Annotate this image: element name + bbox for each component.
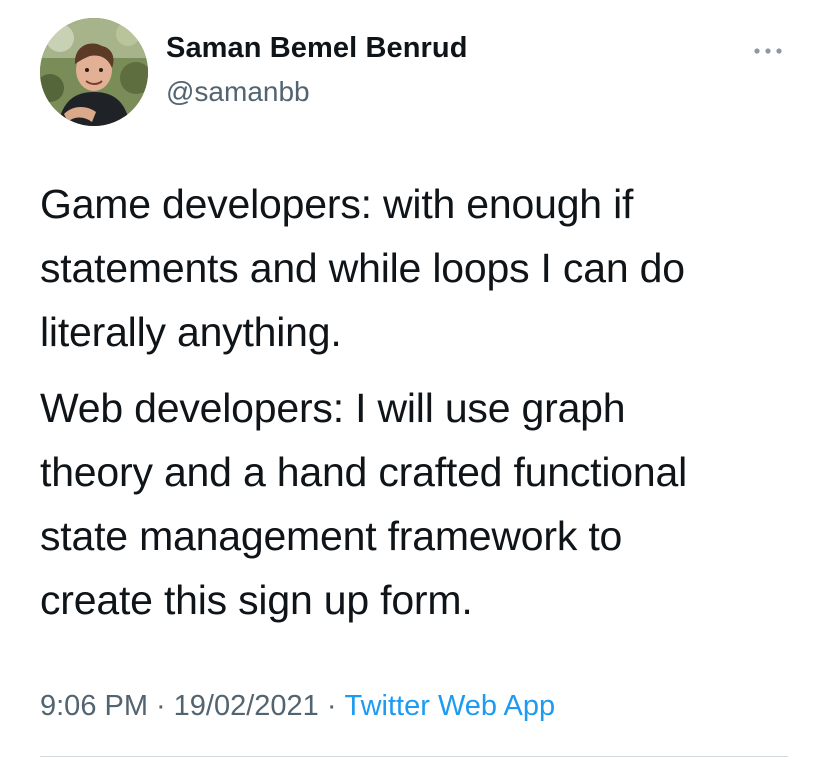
tweet-source-link[interactable]: Twitter Web App [345,690,556,722]
profile-photo-icon [40,18,148,126]
more-options-button[interactable] [746,36,790,66]
tweet-paragraph: Web developers: I will use graph theory … [40,385,687,623]
author-name[interactable]: Saman Bemel Benrud [166,32,468,65]
tweet-date[interactable]: 19/02/2021 [174,690,319,722]
author-handle[interactable]: @samanbb [166,76,310,108]
tweet-paragraph: Game developers: with enough if statemen… [40,181,685,355]
tweet-metadata: 9:06 PM · 19/02/2021 · Twitter Web App [40,690,555,723]
tweet-time[interactable]: 9:06 PM [40,690,148,722]
meta-separator: · [326,690,337,722]
tweet-card: Saman Bemel Benrud @samanbb Game develop… [0,0,828,758]
tweet-text: Game developers: with enough if statemen… [40,172,800,632]
avatar[interactable] [40,18,148,126]
more-dots-icon [754,48,782,54]
divider [40,756,788,757]
meta-separator: · [156,690,166,722]
